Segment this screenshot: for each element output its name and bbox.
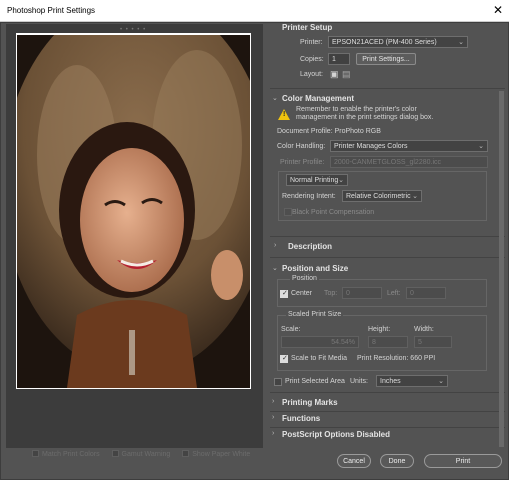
printer-profile-select: 2000-CANMETGLOSS_gl2280.icc [330,156,488,168]
print-settings-button[interactable]: Print Settings... [356,53,416,65]
normal-printing-select[interactable]: Normal Printing ⌄ [286,174,348,186]
functions-header[interactable]: Functions [282,414,320,423]
layout-label: Layout: [300,71,323,78]
settings-panel: Printer Setup Printer: EPSON21ACED (PM-4… [270,23,505,448]
copies-label: Copies: [300,56,324,63]
left-label: Left: [387,290,401,297]
scrollbar-thumb[interactable] [499,91,504,447]
print-button[interactable]: Print [424,454,502,468]
portrait-layout-icon[interactable]: ▣ [330,69,339,80]
show-paper-white-label: Show Paper White [192,451,251,458]
scale-input[interactable]: 54.54% [281,336,359,348]
center-checkbox[interactable] [280,289,288,298]
divider [270,411,505,412]
scale-to-fit-checkbox[interactable] [280,354,288,363]
normal-printing-value: Normal Printing [290,177,339,184]
divider [270,257,505,258]
top-label: Top: [324,290,338,297]
chevron-down-icon[interactable]: ⌄ [272,94,278,102]
printer-profile-label: Printer Profile: [280,159,325,166]
copies-input[interactable]: 1 [328,53,350,65]
printer-label: Printer: [300,39,323,46]
width-label: Width: [414,326,434,333]
center-label: Center [291,290,313,297]
top-input: 0 [342,287,382,299]
postscript-header[interactable]: PostScript Options Disabled [282,430,390,439]
scale-to-fit-label: Scale to Fit Media [291,355,348,362]
divider [270,88,505,89]
chevron-down-icon: ⌄ [438,378,444,385]
match-print-colors-option[interactable]: Match Print Colors [32,450,100,458]
color-handling-label: Color Handling: [277,143,326,150]
black-point-label: Black Point Compensation [292,209,375,216]
chevron-down-icon[interactable]: ⌄ [272,264,278,272]
portrait-image [17,35,250,388]
show-paper-white-option[interactable]: Show Paper White [182,450,251,458]
chevron-down-icon: ⌄ [458,39,464,46]
warning-icon [278,109,290,120]
rendering-intent-select[interactable]: Relative Colorimetric ⌄ [342,190,422,202]
color-management-header[interactable]: Color Management [282,94,354,103]
warning-line-1: Remember to enable the printer's color [296,106,417,113]
units-value: Inches [380,378,401,385]
gamut-warning-option[interactable]: Gamut Warning [111,450,171,458]
settings-scrollbar[interactable] [499,91,504,447]
printing-marks-header[interactable]: Printing Marks [282,398,338,407]
landscape-layout-icon[interactable]: ▤ [342,69,351,80]
window-title: Photoshop Print Settings [7,6,96,15]
preview-options: Match Print Colors Gamut Warning Show Pa… [32,450,260,458]
chevron-down-icon: ⌄ [478,143,484,150]
chevron-right-icon[interactable]: › [272,398,274,405]
match-print-colors-label: Match Print Colors [42,451,100,458]
color-handling-select[interactable]: Printer Manages Colors ⌄ [330,140,488,152]
warning-line-2: management in the print settings dialog … [296,114,434,121]
rendering-intent-value: Relative Colorimetric [346,193,411,200]
title-bar: Photoshop Print Settings ✕ [0,0,509,22]
chevron-right-icon[interactable]: › [274,242,276,249]
left-input: 0 [406,287,446,299]
printer-select[interactable]: EPSON21ACED (PM-400 Series) ⌄ [328,36,468,48]
height-label: Height: [368,326,391,333]
cancel-button[interactable]: Cancel [337,454,371,468]
black-point-checkbox [284,208,292,216]
scaled-print-size-label: Scaled Print Size [286,311,344,318]
scale-label: Scale: [281,326,301,333]
divider [270,236,505,237]
rendering-intent-label: Rendering Intent: [282,193,336,200]
divider [270,392,505,393]
chevron-down-icon: ⌄ [412,193,418,200]
chevron-right-icon[interactable]: › [272,414,274,421]
photo-preview[interactable] [17,35,250,388]
units-select[interactable]: Inches ⌄ [376,375,448,387]
print-selected-area-label: Print Selected Area [285,378,345,385]
chevron-right-icon[interactable]: › [272,430,274,437]
print-resolution: Print Resolution: 660 PPI [357,355,436,362]
chevron-down-icon: ⌄ [338,177,344,184]
close-icon[interactable]: ✕ [493,3,503,17]
height-input[interactable]: 8 [368,336,408,348]
position-size-header[interactable]: Position and Size [282,264,348,273]
color-handling-value: Printer Manages Colors [334,143,408,150]
position-label: Position [290,275,319,282]
printer-setup-header: Printer Setup [282,23,333,32]
document-profile: Document Profile: ProPhoto RGB [277,128,381,135]
units-label: Units: [350,378,368,385]
show-paper-white-checkbox[interactable] [182,450,190,457]
done-button[interactable]: Done [380,454,414,468]
description-header[interactable]: Description [288,242,332,251]
width-input[interactable]: 5 [414,336,452,348]
gamut-warning-label: Gamut Warning [121,451,171,458]
printer-value: EPSON21ACED (PM-400 Series) [332,39,437,46]
divider [270,427,505,428]
print-selected-area-checkbox[interactable] [274,378,282,386]
match-print-colors-checkbox[interactable] [32,450,39,457]
gamut-warning-checkbox[interactable] [111,450,119,457]
